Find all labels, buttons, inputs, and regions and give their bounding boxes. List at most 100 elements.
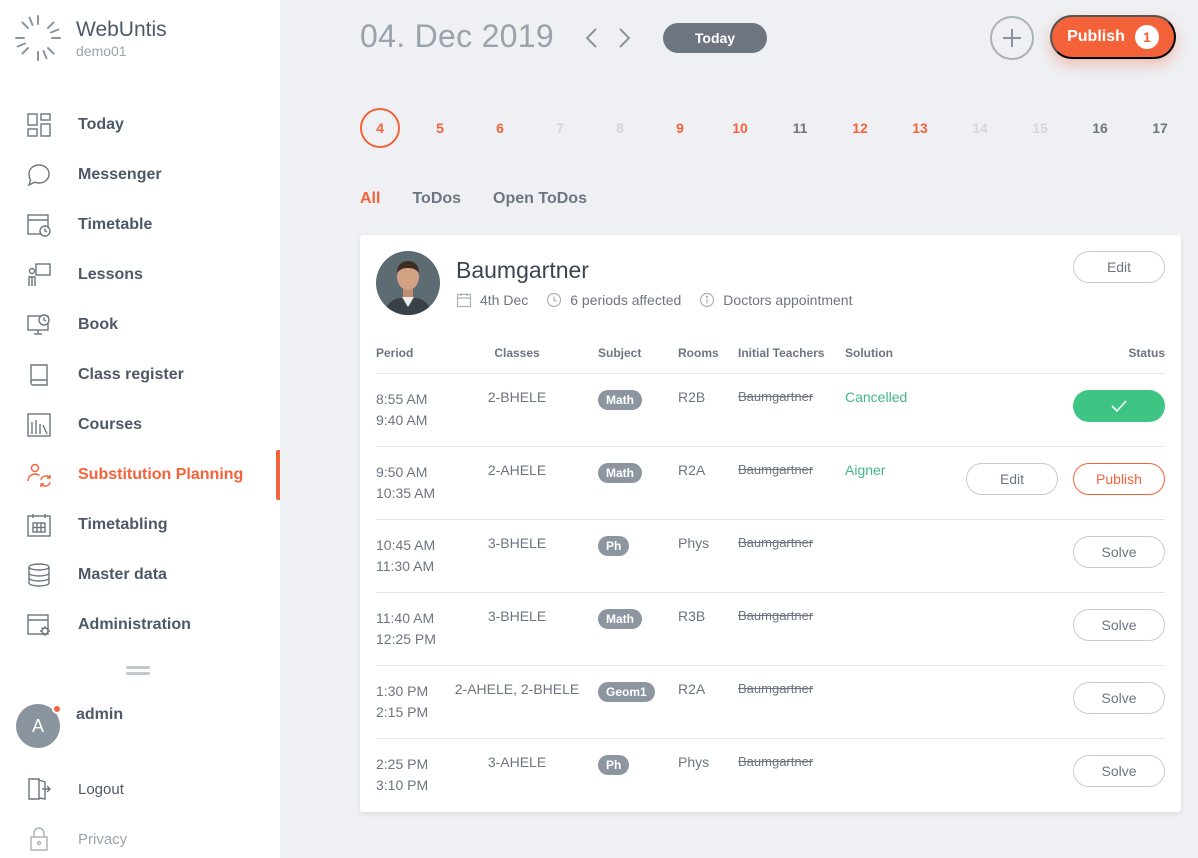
sidebar-item-substitution-planning[interactable]: Substitution Planning [0,450,280,500]
app-title: WebUntis [76,18,167,41]
subject-badge: Math [598,463,642,483]
tab-open-todos[interactable]: Open ToDos [493,190,587,208]
subject-badge: Geom1 [598,682,655,702]
day-14[interactable]: 14 [960,108,1000,148]
absence-reason: Doctors appointment [699,292,852,308]
sidebar-item-label: Today [78,116,124,133]
room-cell: R2A [678,681,706,697]
sidebar-item-master-data[interactable]: Master data [0,550,280,600]
sidebar-item-label: Class register [78,366,184,383]
table-row: 10:45 AM 11:30 AM 3-BHELE Ph Phys Baumga… [376,520,1165,593]
period-cell: 9:50 AM 10:35 AM [376,464,436,501]
col-classes: Classes [494,346,540,360]
filter-tabs: All ToDos Open ToDos [360,190,619,208]
chevron-right-icon[interactable] [614,26,634,50]
day-10[interactable]: 10 [720,108,760,148]
tab-todos[interactable]: ToDos [412,190,461,208]
day-strip: 4 5 6 7 8 9 10 11 12 13 14 15 16 17 [360,108,1198,148]
classes-cell: 3-BHELE [487,608,547,624]
chevron-left-icon[interactable] [582,26,602,50]
lock-icon [30,827,48,851]
classes-cell: 3-BHELE [487,535,547,551]
solve-button[interactable]: Solve [1073,609,1165,641]
teacher-name: Baumgartner [456,257,589,283]
col-rooms: Rooms [678,346,719,360]
today-button[interactable]: Today [663,23,767,53]
privacy-link[interactable]: Privacy [26,826,127,852]
absence-date: 4th Dec [456,292,528,308]
sidebar-item-messenger[interactable]: Messenger [0,150,280,200]
teacher-cell: Baumgartner [738,681,814,696]
day-4[interactable]: 4 [360,108,400,148]
room-cell: Phys [678,535,710,551]
edit-row-button[interactable]: Edit [966,463,1058,495]
col-subject: Subject [598,346,642,360]
sidebar-item-book[interactable]: Book [0,300,280,350]
solve-button[interactable]: Solve [1073,682,1165,714]
day-15[interactable]: 15 [1020,108,1060,148]
sidebar-item-lessons[interactable]: Lessons [0,250,280,300]
day-6[interactable]: 6 [480,108,520,148]
publish-count-badge: 1 [1134,25,1159,49]
day-7[interactable]: 7 [540,108,580,148]
sidebar-item-timetabling[interactable]: Timetabling [0,500,280,550]
webuntis-logo-icon [15,15,61,61]
solve-button[interactable]: Solve [1073,536,1165,568]
tab-all[interactable]: All [360,190,380,208]
sidebar-item-label: Lessons [78,266,143,283]
database-icon [26,562,52,588]
sidebar-collapse-handle[interactable] [126,666,150,676]
window-gear-icon [26,612,52,638]
user-profile[interactable]: A admin [16,704,123,748]
solve-button[interactable]: Solve [1073,755,1165,787]
teacher-cell: Baumgartner [738,462,814,477]
day-13[interactable]: 13 [900,108,940,148]
absence-card: Baumgartner 4th Dec 6 periods affected D… [360,235,1181,812]
logout-icon [28,778,51,800]
teacher-cell: Baumgartner [738,754,814,769]
col-status: Status [1128,346,1165,360]
day-12[interactable]: 12 [840,108,880,148]
chat-bubble-icon [26,162,52,188]
sidebar-item-class-register[interactable]: Class register [0,350,280,400]
absence-meta: 4th Dec 6 periods affected Doctors appoi… [456,292,870,308]
subject-badge: Ph [598,536,630,556]
calendar-icon [456,293,472,308]
day-8[interactable]: 8 [600,108,640,148]
add-button[interactable] [990,16,1034,60]
day-17[interactable]: 17 [1140,108,1180,148]
monitor-clock-icon [26,312,52,338]
logout-label: Logout [78,780,124,798]
sidebar-item-today[interactable]: Today [0,100,280,150]
teacher-photo [376,251,440,315]
sidebar: WebUntis demo01 Today Messenger Timetabl… [0,0,280,858]
day-11[interactable]: 11 [780,108,820,148]
sidebar-item-timetable[interactable]: Timetable [0,200,280,250]
day-16[interactable]: 16 [1080,108,1120,148]
table-row: 9:50 AM 10:35 AM 2-AHELE Math R2A Baumga… [376,447,1165,520]
main-content: 04. Dec 2019 Today Publish 1 4 5 6 7 8 9… [280,0,1198,858]
publish-row-button[interactable]: Publish [1073,463,1165,495]
sidebar-item-label: Administration [78,616,191,633]
room-cell: R2B [678,389,706,405]
logout-button[interactable]: Logout [26,776,124,802]
classes-cell: 3-AHELE [487,754,547,770]
col-initial-teachers: Initial Teachers [738,346,825,360]
book-icon [26,362,52,388]
user-name: admin [76,706,124,723]
period-cell: 11:40 AM 12:25 PM [376,610,436,647]
day-5[interactable]: 5 [420,108,460,148]
subject-badge: Math [598,390,642,410]
classes-cell: 2-AHELE, 2-BHELE [454,681,580,697]
plus-icon [1003,29,1021,47]
status-done-button[interactable] [1073,390,1165,422]
sidebar-item-courses[interactable]: Courses [0,400,280,450]
sidebar-item-administration[interactable]: Administration [0,600,280,650]
publish-button[interactable]: Publish 1 [1050,15,1176,59]
edit-absence-button[interactable]: Edit [1073,251,1165,283]
brand[interactable]: WebUntis demo01 [14,14,167,62]
day-9[interactable]: 9 [660,108,700,148]
periods-affected: 6 periods affected [546,292,681,308]
solution-cell: Aigner [845,462,886,478]
teacher-cell: Baumgartner [738,535,814,550]
